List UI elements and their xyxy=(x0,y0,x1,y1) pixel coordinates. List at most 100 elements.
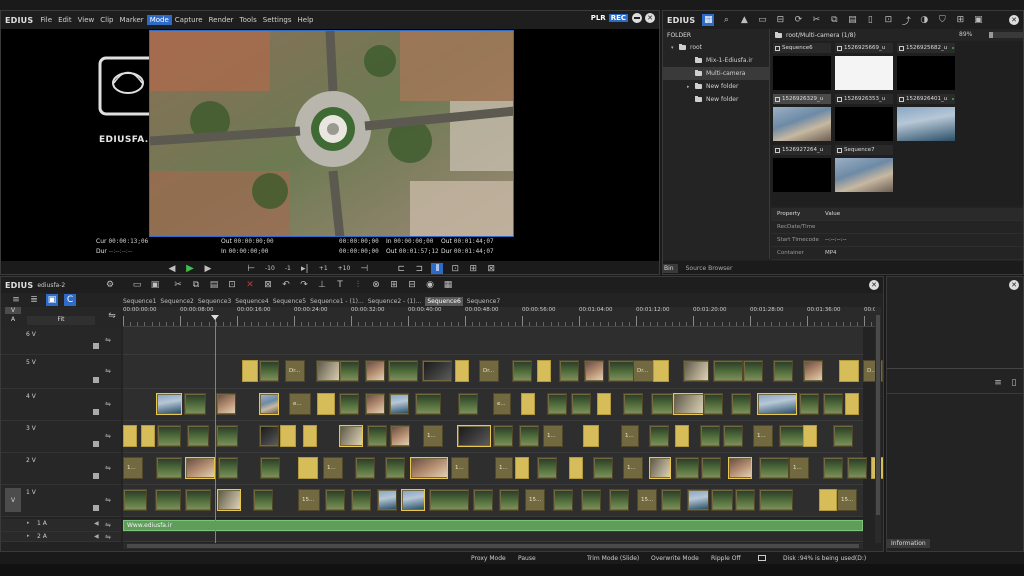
video-clip[interactable] xyxy=(339,393,359,415)
video-clip[interactable] xyxy=(593,457,613,479)
video-clip[interactable]: 1... xyxy=(789,457,809,479)
video-clip[interactable]: 1... xyxy=(451,457,469,479)
video-clip[interactable]: 1... xyxy=(323,457,343,479)
video-clip[interactable] xyxy=(457,425,491,447)
folder-item[interactable]: Mix-1-Ediusfa.ir xyxy=(663,54,769,67)
track-sync-icon[interactable]: ⇋ xyxy=(105,521,111,529)
video-clip[interactable] xyxy=(156,457,182,479)
briefcase-icon[interactable]: ▣ xyxy=(972,14,984,26)
title-clip[interactable] xyxy=(317,393,335,415)
video-clip[interactable] xyxy=(547,393,567,415)
link-icon[interactable]: C xyxy=(64,294,76,306)
video-clip[interactable] xyxy=(713,360,743,382)
track-lane[interactable]: 1... 1... 1... 1... xyxy=(123,421,863,453)
video-clip[interactable] xyxy=(351,489,371,511)
video-clip[interactable] xyxy=(649,425,669,447)
cut-icon[interactable]: ✂ xyxy=(810,14,822,26)
video-clip[interactable] xyxy=(623,393,643,415)
track-sync-icon[interactable]: ⇋ xyxy=(105,336,111,344)
save-icon[interactable]: ▣ xyxy=(149,279,161,291)
overwrite-icon[interactable]: ⊞ xyxy=(467,263,479,275)
title-clip[interactable] xyxy=(819,489,837,511)
multicam-icon[interactable]: ⊞ xyxy=(388,279,400,291)
track-header[interactable]: 3 V ⇋ xyxy=(1,421,121,453)
video-clip[interactable] xyxy=(493,425,513,447)
menu-tools[interactable]: Tools xyxy=(237,15,260,25)
video-clip[interactable] xyxy=(847,457,867,479)
video-clip[interactable]: 1... xyxy=(495,457,513,479)
split-icon[interactable]: ⫴ xyxy=(431,262,444,274)
track-sync-icon[interactable]: ⇋ xyxy=(106,310,118,322)
open-icon[interactable]: ⊟ xyxy=(774,14,786,26)
sequence-tab[interactable]: Sequence1 - (1)... xyxy=(310,297,364,306)
timeline-close-icon[interactable]: ✕ xyxy=(869,280,879,290)
video-clip[interactable] xyxy=(185,457,215,479)
undo-icon[interactable]: ↶ xyxy=(280,279,292,291)
video-clip[interactable] xyxy=(385,457,405,479)
sequence-tab[interactable]: Sequence1 xyxy=(123,297,156,306)
bin-tab[interactable]: Bin xyxy=(663,263,678,273)
video-clip[interactable] xyxy=(253,489,273,511)
video-clip[interactable] xyxy=(401,489,425,511)
video-clip[interactable] xyxy=(675,457,699,479)
video-clip[interactable] xyxy=(156,393,182,415)
menu-capture[interactable]: Capture xyxy=(172,15,206,25)
video-clip[interactable]: 1... xyxy=(123,457,143,479)
information-tab[interactable]: Information xyxy=(887,539,930,548)
video-clip[interactable] xyxy=(581,489,601,511)
expand-arrow-icon[interactable]: ▸ xyxy=(687,84,693,90)
video-clip[interactable] xyxy=(259,425,279,447)
title-clip[interactable] xyxy=(845,393,859,415)
video-clip[interactable] xyxy=(415,393,441,415)
video-clip[interactable] xyxy=(389,393,409,415)
sequence-tab[interactable]: Sequence4 xyxy=(235,297,268,306)
export-icon[interactable]: ⊠ xyxy=(485,263,497,275)
expand-arrow-icon[interactable]: ▾ xyxy=(671,45,677,51)
folder-item[interactable]: ▸ New folder xyxy=(663,80,769,93)
status-item[interactable]: Overwrite Mode xyxy=(651,555,699,562)
menu-help[interactable]: Help xyxy=(295,15,317,25)
track-sync-icon[interactable]: ⇋ xyxy=(105,367,111,375)
source-channel-v[interactable]: V xyxy=(5,488,21,512)
video-clip[interactable]: 1... xyxy=(623,457,643,479)
video-clip[interactable] xyxy=(701,457,721,479)
video-clip[interactable]: 15... xyxy=(637,489,657,511)
video-clip[interactable] xyxy=(123,489,147,511)
title-clip[interactable] xyxy=(803,425,817,447)
track-lane[interactable] xyxy=(123,327,863,355)
sequence-icon[interactable]: ⟳ xyxy=(792,14,804,26)
tl-paste-icon[interactable]: ▤ xyxy=(208,279,220,291)
play-icon[interactable]: ▶ xyxy=(184,263,196,274)
bin-clip[interactable]: 1526925669_u xyxy=(835,43,893,94)
paste-icon[interactable]: ▤ xyxy=(846,14,858,26)
zoom-slider[interactable] xyxy=(989,32,1023,38)
video-clip[interactable] xyxy=(355,457,375,479)
video-clip[interactable] xyxy=(216,393,236,415)
video-clip[interactable] xyxy=(661,489,681,511)
title-clip[interactable] xyxy=(298,457,318,479)
video-clip[interactable] xyxy=(728,457,752,479)
delete-icon[interactable]: ▯ xyxy=(864,14,876,26)
title-clip[interactable] xyxy=(597,393,611,415)
title-clip[interactable] xyxy=(123,425,137,447)
video-clip[interactable] xyxy=(422,360,452,382)
video-clip[interactable] xyxy=(609,489,629,511)
bin-clip[interactable]: Sequence7 xyxy=(835,145,893,196)
video-clip[interactable] xyxy=(367,425,387,447)
properties-icon[interactable]: ⊡ xyxy=(882,14,894,26)
bin-clip[interactable]: Sequence6 xyxy=(773,43,831,94)
sequence-tab[interactable]: Sequence2 xyxy=(160,297,193,306)
mark-out-icon[interactable]: ⊣ xyxy=(358,263,370,275)
track-sync-icon[interactable]: ⇋ xyxy=(105,464,111,472)
video-clip[interactable] xyxy=(458,393,478,415)
sequence-tab[interactable]: Sequence3 xyxy=(198,297,231,306)
track-header[interactable]: 2 V ⇋ xyxy=(1,453,121,485)
step-forward-icon[interactable]: ▶ xyxy=(202,263,214,275)
jump-minus-10-button[interactable]: -10 xyxy=(265,265,275,272)
menu-clip[interactable]: Clip xyxy=(97,15,116,25)
info-list-icon[interactable]: ≡ xyxy=(992,377,1004,389)
sequence-tab[interactable]: Sequence7 xyxy=(467,297,500,306)
vertical-scrollbar[interactable] xyxy=(875,307,881,543)
tl-copy-icon[interactable]: ⧉ xyxy=(190,279,202,291)
bin-clip[interactable]: 1526926353_u xyxy=(835,94,893,145)
